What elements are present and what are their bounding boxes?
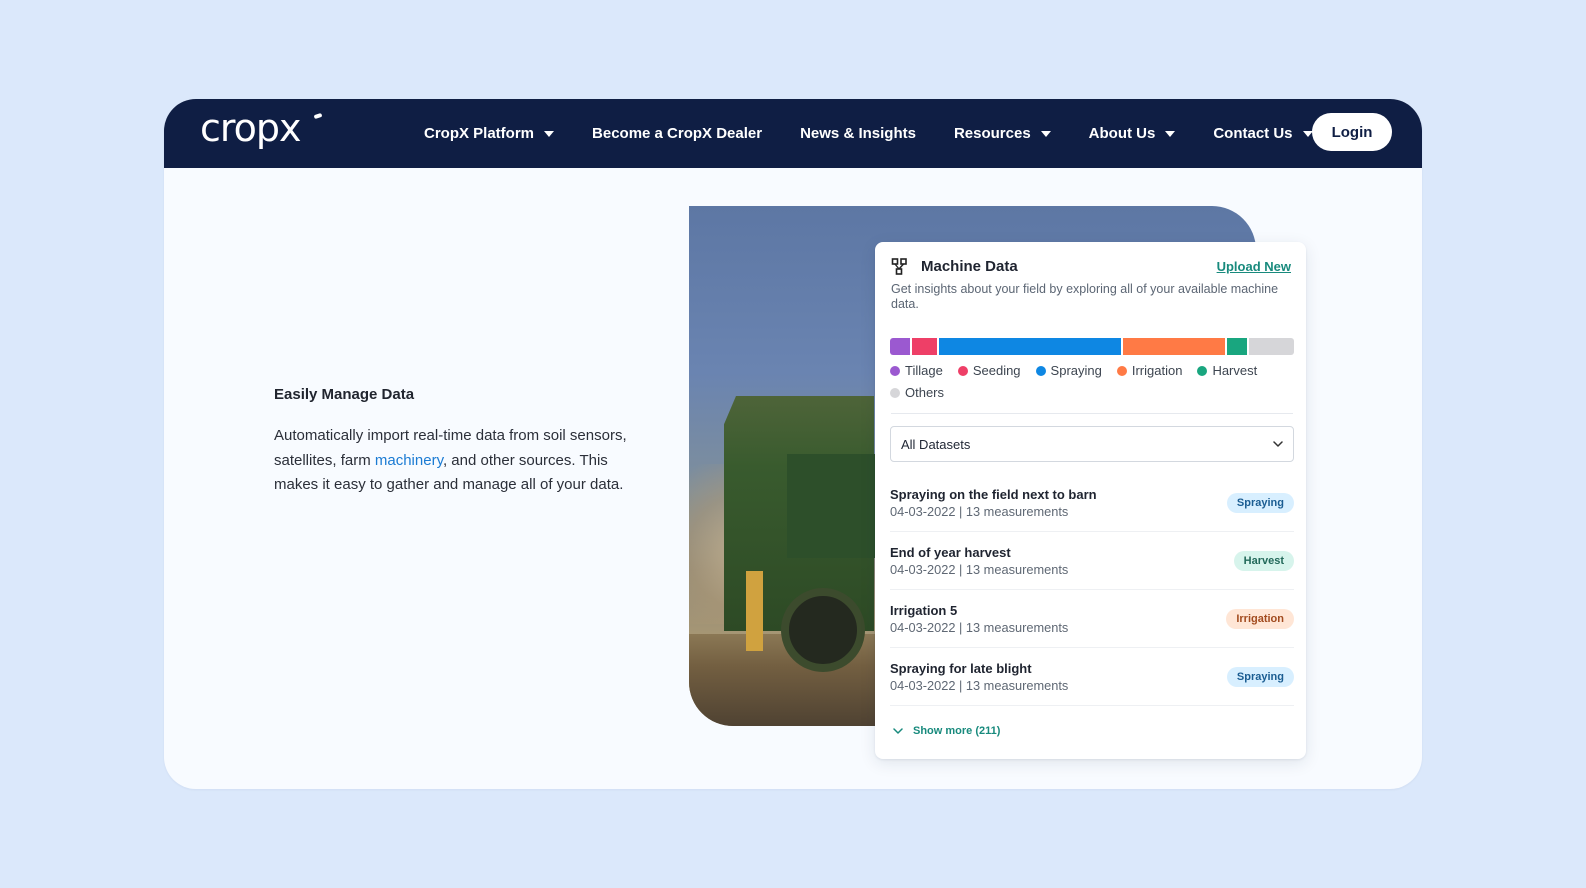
machine-data-row[interactable]: Spraying on the field next to barn 04-03… bbox=[890, 474, 1294, 532]
feature-copy: Easily Manage Data Automatically import … bbox=[274, 386, 654, 498]
upload-new-link[interactable]: Upload New bbox=[1217, 259, 1291, 274]
nav-item-label: Resources bbox=[953, 125, 1031, 142]
machine-data-title: Machine Data bbox=[921, 258, 1018, 275]
nav-item-label: About Us bbox=[1088, 125, 1156, 142]
show-more-button[interactable]: Show more (211) bbox=[893, 723, 1000, 739]
chevron-down-icon bbox=[1040, 131, 1051, 137]
dataset-meta: 04-03-2022 | 13 measurements bbox=[890, 620, 1069, 635]
legend-label-harvest: Harvest bbox=[1212, 363, 1258, 378]
chevron-down-icon bbox=[893, 728, 903, 734]
nav-item-become-a-dealer[interactable]: Become a CropX Dealer bbox=[592, 125, 762, 142]
combine-cab bbox=[787, 454, 879, 558]
show-more-label: Show more (211) bbox=[913, 725, 1001, 737]
machine-data-row[interactable]: Irrigation 5 04-03-2022 | 13 measurement… bbox=[890, 590, 1294, 648]
feature-description: Automatically import real-time data from… bbox=[274, 424, 654, 498]
spraying-badge: Spraying bbox=[1226, 493, 1294, 513]
legend-item-irrigation: Irrigation bbox=[1116, 363, 1183, 378]
distribution-segment-seeding bbox=[912, 338, 937, 355]
nav-item-news-insights[interactable]: News & Insights bbox=[800, 125, 916, 142]
machine-data-list: Spraying on the field next to barn 04-03… bbox=[890, 474, 1294, 706]
nav-item-contact-us[interactable]: Contact Us bbox=[1213, 125, 1313, 142]
legend-label-tillage: Tillage bbox=[905, 363, 943, 378]
harvest-badge: Harvest bbox=[1233, 551, 1294, 571]
irrigation-badge: Irrigation bbox=[1226, 609, 1294, 629]
legend-item-tillage: Tillage bbox=[890, 363, 943, 378]
legend-label-irrigation: Irrigation bbox=[1131, 363, 1183, 378]
chevron-down-icon bbox=[544, 131, 555, 137]
legend-dot-harvest bbox=[1197, 365, 1208, 376]
legend-dot-irrigation bbox=[1116, 365, 1127, 376]
machine-data-row[interactable]: End of year harvest 04-03-2022 | 13 meas… bbox=[890, 532, 1294, 590]
dataset-title: End of year harvest bbox=[890, 545, 1011, 560]
nav-item-label: Become a CropX Dealer bbox=[592, 125, 763, 142]
legend-item-others: Others bbox=[890, 385, 944, 400]
legend-dot-spraying bbox=[1035, 365, 1046, 376]
machinery-link[interactable]: machinery bbox=[375, 452, 443, 469]
dataset-title: Spraying on the field next to barn bbox=[890, 487, 1097, 502]
legend-dot-tillage bbox=[890, 365, 900, 376]
machine-data-description: Get insights about your field by explori… bbox=[891, 282, 1279, 311]
legend-label-others: Others bbox=[905, 385, 945, 400]
combine-wheel bbox=[781, 588, 865, 672]
machine-data-distribution-bar bbox=[890, 338, 1294, 355]
distribution-segment-tillage bbox=[890, 338, 911, 355]
legend-label-spraying: Spraying bbox=[1050, 363, 1102, 378]
dataset-title: Irrigation 5 bbox=[890, 603, 958, 618]
feature-title: Easily Manage Data bbox=[274, 386, 415, 403]
panel-divider bbox=[891, 413, 1293, 414]
legend-item-spraying: Spraying bbox=[1035, 363, 1102, 378]
nav-item-label: CropX Platform bbox=[424, 125, 535, 142]
logo-accent-mark bbox=[313, 112, 323, 120]
dataset-title: Spraying for late blight bbox=[890, 661, 1032, 676]
distribution-legend: Tillage Seeding Spraying Irrigation Harv… bbox=[890, 363, 1294, 400]
distribution-segment-irrigation bbox=[1123, 338, 1226, 355]
chevron-down-icon bbox=[1273, 441, 1283, 447]
nav-item-about-us[interactable]: About Us bbox=[1089, 125, 1176, 142]
nav-menu: CropX Platform Become a CropX Dealer New… bbox=[424, 99, 1351, 168]
distribution-segment-harvest bbox=[1227, 338, 1248, 355]
machine-data-panel: Machine Data Upload New Get insights abo… bbox=[875, 242, 1306, 759]
nav-item-label: Contact Us bbox=[1213, 125, 1293, 142]
datasets-select[interactable]: All Datasets bbox=[890, 426, 1294, 462]
legend-label-seeding: Seeding bbox=[972, 363, 1021, 378]
dataset-meta: 04-03-2022 | 13 measurements bbox=[890, 504, 1069, 519]
legend-item-harvest: Harvest bbox=[1197, 363, 1257, 378]
nav-item-cropx-platform[interactable]: CropX Platform bbox=[424, 125, 555, 142]
machine-data-header: Machine Data Upload New bbox=[891, 257, 1291, 281]
machine-data-icon bbox=[891, 258, 907, 275]
legend-item-seeding: Seeding bbox=[957, 363, 1021, 378]
dataset-meta: 04-03-2022 | 13 measurements bbox=[890, 678, 1069, 693]
datasets-select-value: All Datasets bbox=[901, 436, 971, 452]
page-card: cropx CropX Platform Become a CropX Deal… bbox=[164, 99, 1422, 789]
nav-item-resources[interactable]: Resources bbox=[954, 125, 1051, 142]
chevron-down-icon bbox=[1165, 131, 1176, 137]
legend-dot-seeding bbox=[957, 365, 968, 376]
distribution-segment-spraying bbox=[938, 338, 1122, 355]
spraying-badge: Spraying bbox=[1226, 667, 1294, 687]
dataset-meta: 04-03-2022 | 13 measurements bbox=[890, 562, 1069, 577]
login-button[interactable]: Login bbox=[1312, 113, 1392, 151]
distribution-segment-others bbox=[1249, 338, 1294, 355]
top-navigation: cropx CropX Platform Become a CropX Deal… bbox=[164, 99, 1422, 168]
machine-data-row[interactable]: Spraying for late blight 04-03-2022 | 13… bbox=[890, 648, 1294, 706]
legend-dot-others bbox=[890, 387, 900, 398]
combine-yellow-detail bbox=[746, 571, 763, 651]
nav-item-label: News & Insights bbox=[800, 125, 916, 142]
cropx-logo[interactable]: cropx bbox=[200, 109, 302, 147]
